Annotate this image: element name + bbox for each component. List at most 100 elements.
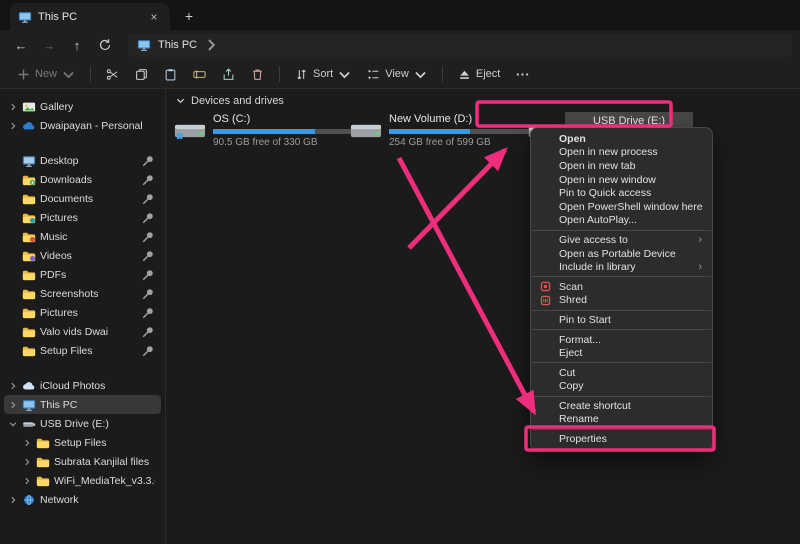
- sidebar-item-pdfs[interactable]: PDFs: [4, 265, 161, 284]
- pin-icon: [141, 325, 155, 339]
- rename-button[interactable]: [186, 64, 213, 85]
- toolbar-separator: [279, 66, 280, 82]
- chevron-right-icon[interactable]: [8, 382, 18, 390]
- menu-item-label: Pin to Quick access: [559, 187, 651, 199]
- drive-name: New Volume (D:): [389, 112, 526, 126]
- tab-this-pc[interactable]: This PC ×: [10, 3, 170, 30]
- menu-item-label: Shred: [559, 294, 587, 306]
- sidebar-item-wifi-mediatek-v3-3-0-350[interactable]: WiFi_MediaTek_v3.3.0.350: [4, 471, 161, 490]
- folder-icon: [22, 306, 36, 320]
- menu-item-label: Eject: [559, 347, 582, 359]
- chevron-right-icon[interactable]: [8, 401, 18, 409]
- context-menu-item-shred[interactable]: Shred: [531, 294, 712, 308]
- sidebar-item-label: Music: [40, 231, 67, 243]
- context-menu-item-scan[interactable]: Scan: [531, 280, 712, 294]
- cut-button[interactable]: [99, 64, 126, 85]
- menu-item-label: Give access to: [559, 234, 628, 246]
- sidebar-item-label: Desktop: [40, 155, 79, 167]
- sidebar-item-screenshots[interactable]: Screenshots: [4, 284, 161, 303]
- context-menu-item-rename[interactable]: Rename: [531, 413, 712, 427]
- context-menu-item-properties[interactable]: Properties: [531, 432, 712, 446]
- sidebar-item-subrata-kanjilal-files[interactable]: Subrata Kanjilal files: [4, 452, 161, 471]
- context-menu-item-open-as-portable-device[interactable]: Open as Portable Device: [531, 247, 712, 261]
- drive-tile-new-volume-d[interactable]: New Volume (D:)254 GB free of 599 GB: [350, 112, 526, 148]
- chevron-right-icon[interactable]: [22, 477, 32, 485]
- more-options-button[interactable]: [509, 64, 536, 85]
- context-menu-item-open-in-new-process[interactable]: Open in new process: [531, 146, 712, 160]
- folder-icon: [22, 344, 36, 358]
- paste-icon: [164, 68, 177, 81]
- sidebar-item-label: Dwaipayan - Personal: [40, 120, 143, 132]
- drive-tile-os-c[interactable]: OS (C:)90.5 GB free of 330 GB: [174, 112, 350, 148]
- chevron-right-icon[interactable]: [22, 439, 32, 447]
- breadcrumb-location[interactable]: This PC: [158, 39, 197, 51]
- eject-button[interactable]: Eject: [451, 64, 507, 85]
- up-button[interactable]: ↑: [64, 33, 90, 57]
- paste-button[interactable]: [157, 64, 184, 85]
- sidebar-item-music[interactable]: Music: [4, 227, 161, 246]
- context-menu-item-format[interactable]: Format...: [531, 333, 712, 347]
- context-menu-item-include-in-library[interactable]: Include in library›: [531, 260, 712, 274]
- sidebar-item-network[interactable]: Network: [4, 490, 161, 509]
- chevron-right-icon[interactable]: [8, 122, 18, 130]
- sort-button[interactable]: Sort: [288, 64, 358, 85]
- sidebar-item-pictures[interactable]: Pictures: [4, 208, 161, 227]
- view-icon: [367, 68, 380, 81]
- view-button[interactable]: View: [360, 64, 434, 85]
- context-menu-item-open-in-new-window[interactable]: Open in new window: [531, 173, 712, 187]
- context-menu-item-eject[interactable]: Eject: [531, 346, 712, 360]
- sidebar-item-label: Network: [40, 494, 79, 506]
- sidebar-item-gallery[interactable]: Gallery: [4, 97, 161, 116]
- delete-button[interactable]: [244, 64, 271, 85]
- context-menu-item-pin-to-quick-access[interactable]: Pin to Quick access: [531, 186, 712, 200]
- context-menu-item-pin-to-start[interactable]: Pin to Start: [531, 313, 712, 327]
- sidebar-item-setup-files[interactable]: Setup Files: [4, 341, 161, 360]
- context-menu-item-open-autoplay[interactable]: Open AutoPlay...: [531, 214, 712, 228]
- sidebar-item-documents[interactable]: Documents: [4, 189, 161, 208]
- chevron-right-icon[interactable]: [22, 458, 32, 466]
- pin-icon: [141, 192, 155, 206]
- desktop-icon: [22, 154, 36, 168]
- tab-close-icon[interactable]: ×: [146, 10, 162, 24]
- sidebar-item-label: Subrata Kanjilal files: [54, 456, 149, 468]
- copy-button[interactable]: [128, 64, 155, 85]
- context-menu-item-open[interactable]: Open: [531, 132, 712, 146]
- chevron-right-icon[interactable]: [8, 496, 18, 504]
- menu-item-label: Scan: [559, 281, 583, 293]
- menu-item-label: Properties: [559, 433, 607, 445]
- refresh-button[interactable]: [92, 33, 118, 57]
- sidebar-item-label: Documents: [40, 193, 93, 205]
- sidebar-item-usb-drive-e[interactable]: USB Drive (E:): [4, 414, 161, 433]
- section-header[interactable]: Devices and drives: [176, 94, 800, 107]
- forward-button[interactable]: →: [36, 33, 62, 57]
- sidebar-item-valo-vids-dwai[interactable]: Valo vids Dwai: [4, 322, 161, 341]
- sidebar-item-dwaipayan-personal[interactable]: Dwaipayan - Personal: [4, 116, 161, 135]
- sidebar-item-this-pc[interactable]: This PC: [4, 395, 161, 414]
- context-menu-item-cut[interactable]: Cut: [531, 366, 712, 380]
- sidebar-item-downloads[interactable]: Downloads: [4, 170, 161, 189]
- eject-button-label: Eject: [476, 68, 500, 80]
- context-menu-item-give-access-to[interactable]: Give access to›: [531, 233, 712, 247]
- sidebar-item-pictures[interactable]: Pictures: [4, 303, 161, 322]
- context-menu-item-copy[interactable]: Copy: [531, 380, 712, 394]
- music-icon: [22, 230, 36, 244]
- new-tab-button[interactable]: +: [178, 5, 200, 27]
- sidebar-item-setup-files[interactable]: Setup Files: [4, 433, 161, 452]
- sidebar-item-icloud-photos[interactable]: iCloud Photos: [4, 376, 161, 395]
- drive-usage-fill: [389, 129, 470, 134]
- share-button[interactable]: [215, 64, 242, 85]
- context-menu-item-open-in-new-tab[interactable]: Open in new tab: [531, 159, 712, 173]
- sidebar-item-desktop[interactable]: Desktop: [4, 151, 161, 170]
- back-button[interactable]: ←: [8, 33, 34, 57]
- context-menu-item-create-shortcut[interactable]: Create shortcut: [531, 399, 712, 413]
- chevron-down-icon[interactable]: [8, 420, 18, 428]
- menu-item-label: Copy: [559, 380, 584, 392]
- new-button[interactable]: New: [10, 64, 82, 85]
- address-bar[interactable]: This PC: [128, 34, 792, 57]
- sidebar-item-videos[interactable]: Videos: [4, 246, 161, 265]
- chevron-right-icon[interactable]: [8, 103, 18, 111]
- downloads-icon: [22, 173, 36, 187]
- drive-c-icon: [174, 112, 206, 148]
- context-menu-item-open-powershell-window-here[interactable]: Open PowerShell window here: [531, 200, 712, 214]
- share-icon: [222, 68, 235, 81]
